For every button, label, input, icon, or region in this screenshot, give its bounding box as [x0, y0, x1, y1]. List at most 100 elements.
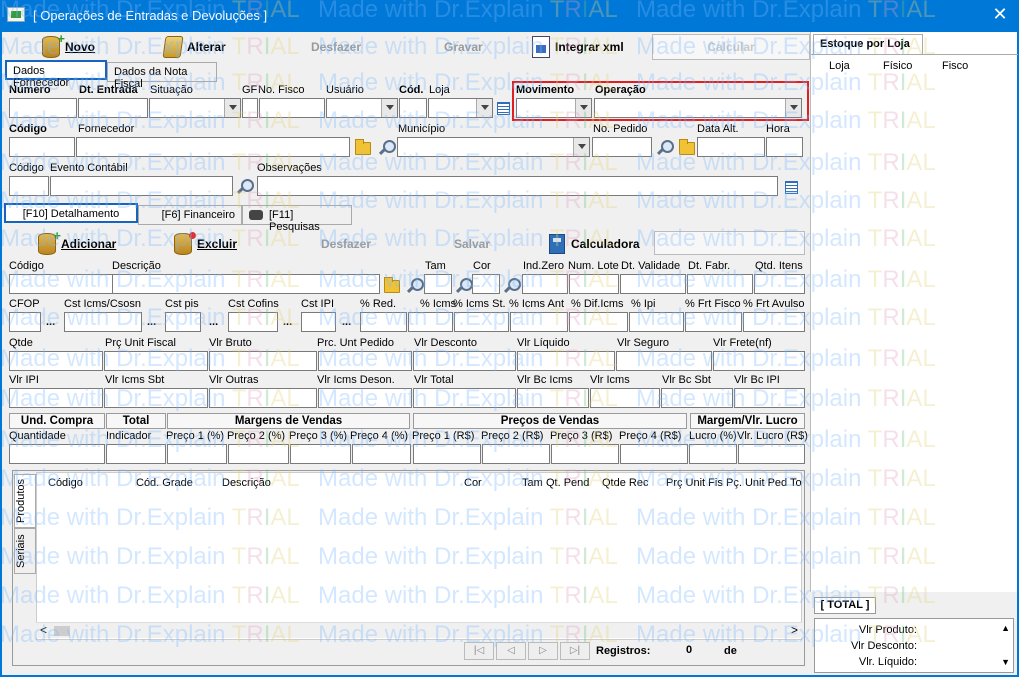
dt-validade-input[interactable] [620, 274, 686, 294]
desfazer-item-button[interactable]: Desfazer [321, 231, 371, 257]
quantidade-input[interactable] [9, 444, 105, 464]
loja-select[interactable] [428, 98, 493, 118]
num-lote-input[interactable] [569, 274, 619, 294]
grid-column-header[interactable]: To [790, 477, 802, 489]
codigo-evento-input[interactable] [9, 176, 49, 196]
calcular-button[interactable]: Calcular [652, 34, 810, 60]
folder-icon[interactable] [355, 139, 371, 155]
icms-st-input[interactable] [454, 312, 509, 332]
list-icon[interactable] [785, 181, 798, 194]
list-icon[interactable] [497, 102, 510, 115]
municipio-select[interactable] [397, 137, 590, 157]
grid-column-header[interactable]: Cor [464, 477, 482, 489]
preco1-pct-input[interactable] [167, 444, 227, 464]
vlr-desconto-input[interactable] [413, 351, 516, 371]
vlr-icms-input[interactable] [590, 388, 660, 408]
dt-entrada-input[interactable] [78, 98, 148, 118]
preco4-rs-input[interactable] [620, 444, 688, 464]
cst-pis-input[interactable] [165, 312, 201, 332]
grid-column-header[interactable]: Descrição [222, 477, 271, 489]
indicador-input[interactable] [106, 444, 166, 464]
excluir-button[interactable]: Excluir [174, 231, 237, 257]
preco3-pct-input[interactable] [290, 444, 351, 464]
first-record-button[interactable]: |◁ [464, 642, 494, 660]
item-codigo-input[interactable] [9, 274, 113, 294]
calculadora-button[interactable]: Calculadora [549, 231, 640, 257]
prc-unit-fiscal-input[interactable] [104, 351, 208, 371]
scroll-down-icon[interactable]: ▼ [1001, 657, 1010, 667]
hora-input[interactable] [766, 137, 803, 157]
search-icon[interactable] [406, 278, 424, 294]
dt-fabr-input[interactable] [687, 274, 753, 294]
evento-contabil-input[interactable] [50, 176, 233, 196]
cfop-dots-button[interactable]: ... [46, 316, 55, 328]
qtde-input[interactable] [9, 351, 103, 371]
vlr-bruto-input[interactable] [209, 351, 317, 371]
close-button[interactable]: ✕ [989, 4, 1011, 25]
cfop-input[interactable] [9, 312, 41, 332]
grid-column-header[interactable]: Prç Unit Fis [666, 477, 723, 489]
ind-zero-input[interactable] [522, 274, 568, 294]
vlr-bc-icms-input[interactable] [517, 388, 589, 408]
usuario-select[interactable] [326, 98, 398, 118]
numero-input[interactable] [9, 98, 77, 118]
alterar-button[interactable]: Alterar [162, 34, 226, 60]
qtd-itens-input[interactable] [754, 274, 805, 294]
tab-seriais[interactable]: Seriais [14, 528, 36, 574]
gf-input[interactable] [242, 98, 258, 118]
last-record-button[interactable]: ▷| [560, 642, 590, 660]
preco4-pct-input[interactable] [352, 444, 411, 464]
search-icon[interactable] [656, 140, 674, 156]
tab-produtos[interactable]: Produtos [14, 474, 36, 528]
integrar-xml-button[interactable]: Integrar xml [532, 34, 624, 60]
grid-column-header[interactable]: Tam [522, 477, 543, 489]
item-descricao-input[interactable] [112, 274, 380, 294]
data-alt-input[interactable] [697, 137, 765, 157]
search-icon[interactable] [236, 179, 254, 195]
dif-icms-input[interactable] [569, 312, 628, 332]
vlr-frete-input[interactable] [713, 351, 805, 371]
tab-dados-nota-fiscal[interactable]: Dados da Nota Fiscal [107, 62, 217, 90]
vlr-bc-sbt-input[interactable] [661, 388, 733, 408]
scroll-right-icon[interactable]: > [791, 623, 798, 637]
folder-icon[interactable] [384, 277, 400, 293]
icms-input[interactable] [408, 312, 453, 332]
cod-loja-input[interactable] [399, 98, 427, 118]
icms-ant-input[interactable] [510, 312, 568, 332]
cst-ipi-input[interactable] [301, 312, 336, 332]
fornecedor-input[interactable] [76, 137, 350, 157]
grid-column-header[interactable]: Cód. Grade [136, 477, 193, 489]
horizontal-scrollbar[interactable]: < > [36, 622, 802, 638]
search-icon[interactable] [378, 140, 396, 156]
red-input[interactable] [360, 312, 407, 332]
preco2-pct-input[interactable] [228, 444, 289, 464]
tam-input[interactable] [424, 274, 452, 294]
codigo-fornecedor-input[interactable] [9, 137, 75, 157]
tab-detalhamento[interactable]: [F10] Detalhamento [4, 203, 138, 223]
preco2-rs-input[interactable] [482, 444, 550, 464]
cst-ipi-dots-button[interactable]: ... [342, 316, 351, 328]
cst-cofins-input[interactable] [228, 312, 278, 332]
frt-fisco-input[interactable] [685, 312, 742, 332]
vlr-liquido-input[interactable] [517, 351, 615, 371]
salvar-button[interactable]: Salvar [454, 231, 490, 257]
lucro-vlr-input[interactable] [738, 444, 805, 464]
vlr-total-input[interactable] [413, 388, 516, 408]
vlr-ipi-input[interactable] [9, 388, 103, 408]
cst-pis-dots-button[interactable]: ... [209, 316, 218, 328]
tab-dados-fornecedor[interactable]: Dados Fornecedor [5, 60, 107, 89]
search-icon[interactable] [455, 278, 473, 294]
lucro-pct-input[interactable] [689, 444, 737, 464]
no-fisco-input[interactable] [259, 98, 325, 118]
cst-icms-input[interactable] [64, 312, 142, 332]
vlr-icms-deson-input[interactable] [318, 388, 412, 408]
cor-input[interactable] [472, 274, 500, 294]
grid-column-header[interactable]: Qt. Pend [546, 477, 589, 489]
grid-column-header[interactable]: Qtde Rec [602, 477, 648, 489]
vlr-icms-sbt-input[interactable] [104, 388, 208, 408]
prev-record-button[interactable]: ◁ [496, 642, 526, 660]
vlr-seguro-input[interactable] [616, 351, 712, 371]
situacao-select[interactable] [149, 98, 241, 118]
scroll-left-icon[interactable]: < [40, 623, 47, 637]
frt-avulso-input[interactable] [743, 312, 805, 332]
